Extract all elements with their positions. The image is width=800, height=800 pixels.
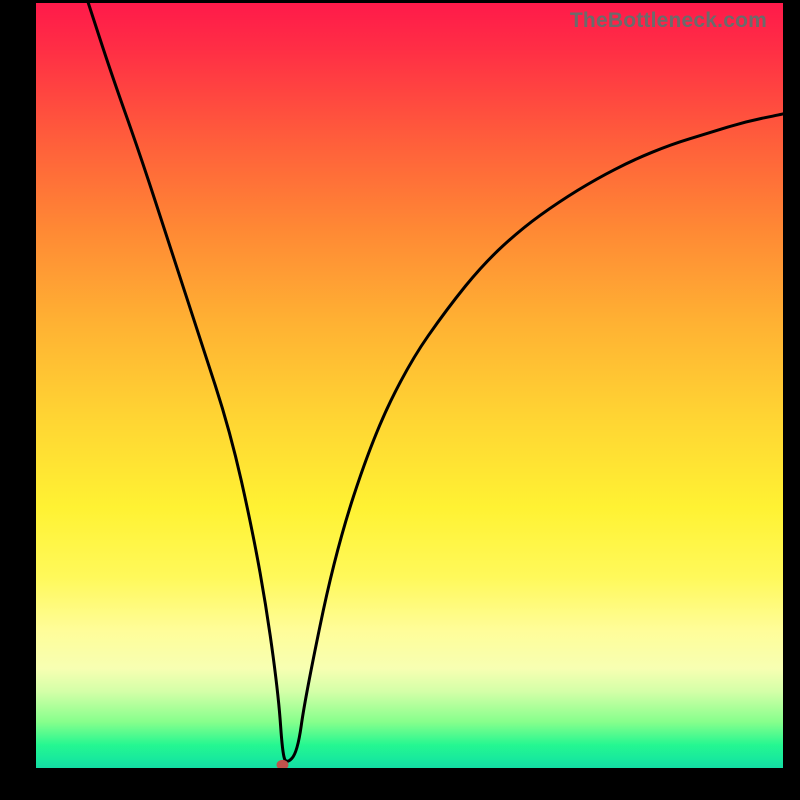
watermark-text: TheBottleneck.com (570, 9, 767, 33)
chart-area: TheBottleneck.com (36, 3, 783, 768)
bottleneck-curve (36, 3, 783, 768)
